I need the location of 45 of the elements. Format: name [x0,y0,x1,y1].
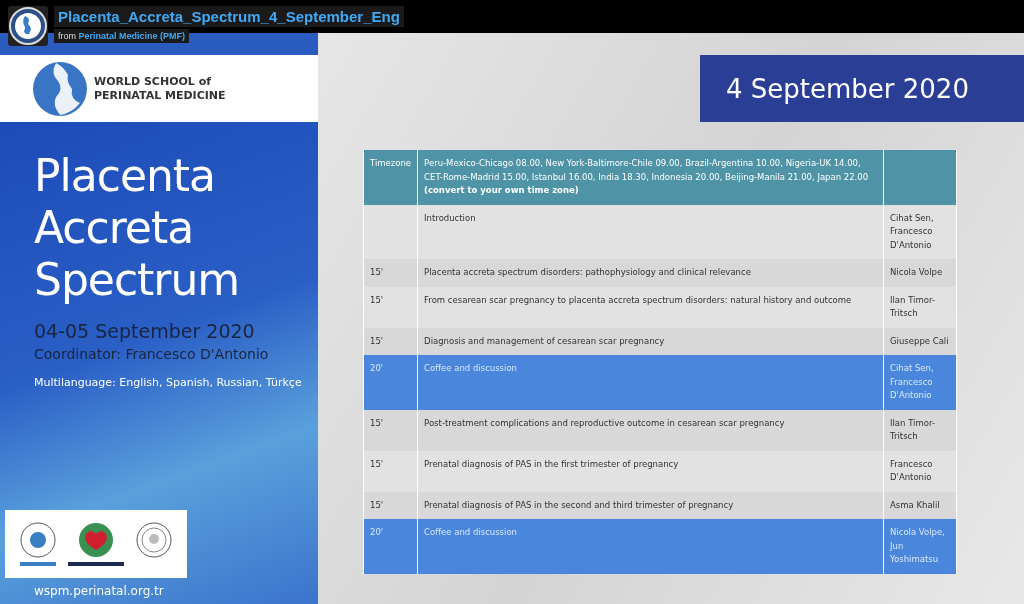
foundation-seal-icon [18,520,58,568]
day-date-banner: 4 September 2020 [700,55,1024,122]
time-cell: 15' [363,259,418,287]
time-cell: 15' [363,450,418,492]
video-title-link[interactable]: Placenta_Accreta_Spectrum_4_September_Eng [54,6,404,27]
speaker-cell: Giuseppe Cali [883,327,957,355]
speaker-cell: Ilan Timor-Tritsch [883,286,957,328]
time-cell: Timezone [363,150,418,205]
course-title-text: Spectrum [34,254,241,306]
speaker-cell: Francesco D'Antonio [883,450,957,492]
website-url-text: wspm.perinatal.org.tr [34,584,165,598]
speaker-cell: Ilan Timor-Tritsch [883,409,957,451]
topic-cell: From cesarean scar pregnancy to placenta accreta spectrum disorders: natural history and outcome [417,286,884,328]
time-cell: 15' [363,409,418,451]
topic-cell: Coffee and discussion [417,355,884,410]
topic-cell: Introduction [417,204,884,259]
topic-cell: Coffee and discussion [417,519,884,574]
topic-cell: Placenta accreta spectrum disorders: pathophysiology and clinical relevance [417,259,884,287]
speaker-cell: Cihat Sen, Francesco D'Antonio [883,204,957,259]
channel-logo-icon[interactable] [8,6,48,46]
topic-cell: Prenatal diagnosis of PAS in the first trimester of pregnancy [417,450,884,492]
time-cell: 20' [363,519,418,574]
time-cell: 20' [363,355,418,410]
speaker-cell: Asma Khalil [883,491,957,519]
globe-logo-icon [32,60,88,117]
topic-cell: Prenatal diagnosis of PAS in the second and third trimester of pregnancy [417,491,884,519]
heart-seal-icon [66,520,126,568]
coordinator-text: Coordinator: Francesco D'Antonio [34,346,270,362]
topic-cell: Diagnosis and management of cesarean scar pregnancy [417,327,884,355]
channel-link[interactable]: Perinatal Medicine (PMF) [78,31,186,41]
languages-text: Multilanguage: English, Spanish, Russian, Türkçe [34,376,303,389]
speaker-cell: Cihat Sen, Francesco D'Antonio [883,355,957,410]
time-cell: 15' [363,286,418,328]
course-title-text: Placenta [34,150,217,202]
course-title-text: Accreta [34,202,195,254]
course-dates-text: 04-05 September 2020 [34,320,256,342]
time-cell: 15' [363,491,418,519]
time-cell: 15' [363,327,418,355]
speaker-cell: Nicola Volpe, Jun Yoshimatsu [883,519,957,574]
topic-cell: Post-treatment complications and reproductive outcome in cesarean scar pregnancy [417,409,884,451]
byline-text: from [58,31,76,41]
topic-cell: Peru-Mexico-Chicago 08.00, New York-Baltimore-Chile 09.00, Brazil-Argentina 10.00, Nigeria-UK 14.00, CET-Rome-Madrid 15.00, Istanbul 16.00, India 18.30, Indonesia 20.00, Beijing-Manila 21.00, Japan 22.00 (convert to your own time zone) [417,150,884,205]
school-name-text: PERINATAL MEDICINE [94,88,226,103]
school-name-text: WORLD SCHOOL of [94,74,212,89]
speaker-cell: Nicola Volpe [883,259,957,287]
